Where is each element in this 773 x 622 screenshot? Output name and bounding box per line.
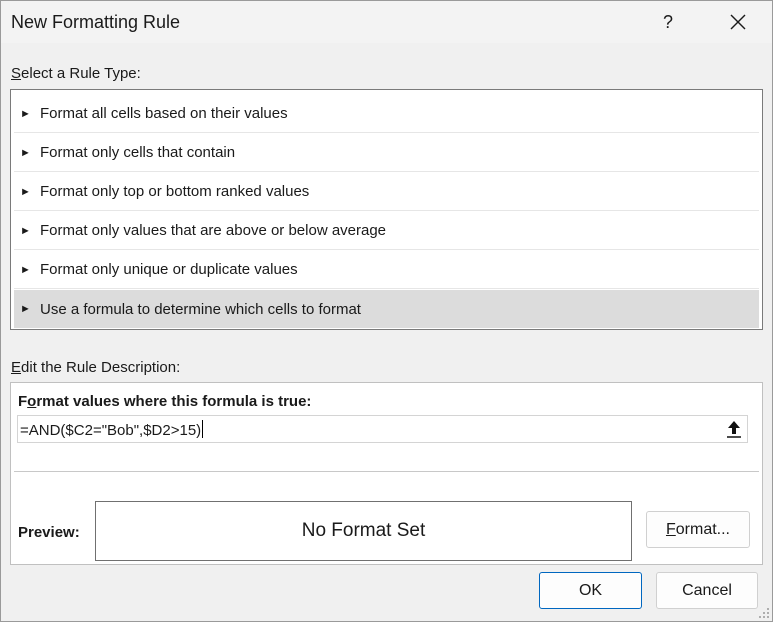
rule-item-use-formula[interactable]: ► Use a formula to determine which cells… [14,290,759,328]
rule-item-cells-that-contain[interactable]: ► Format only cells that contain [14,134,759,172]
close-button[interactable] [715,5,761,39]
rule-item-top-bottom[interactable]: ► Format only top or bottom ranked value… [14,173,759,211]
divider [14,471,759,472]
rule-item-all-cells[interactable]: ► Format all cells based on their values [14,95,759,133]
edit-rule-description-label: Edit the Rule Description: [11,359,181,376]
close-icon [730,14,746,30]
triangle-right-icon: ► [20,263,31,276]
new-formatting-rule-dialog: New Formatting Rule ? Select a Rule Type… [0,0,773,622]
preview-text: No Format Set [301,520,426,541]
rule-type-list[interactable]: ► Format all cells based on their values… [10,89,763,330]
help-icon: ? [662,11,673,32]
triangle-right-icon: ► [20,107,31,120]
triangle-right-icon: ► [20,303,31,315]
help-button[interactable]: ? [646,5,690,39]
ok-button[interactable]: OK [539,572,642,609]
rule-item-above-below-average[interactable]: ► Format only values that are above or b… [14,212,759,250]
dialog-title: New Formatting Rule [11,12,181,32]
collapse-dialog-button[interactable] [723,418,745,440]
formula-input[interactable]: =AND($C2="Bob",$D2>15) [17,415,748,443]
text-caret [202,420,204,438]
preview-label: Preview: [18,524,80,541]
format-button[interactable]: Format... [646,511,750,548]
cancel-button[interactable]: Cancel [656,572,758,609]
formula-label: Format values where this formula is true… [18,393,312,410]
select-rule-type-label: Select a Rule Type: [11,65,141,82]
triangle-right-icon: ► [20,224,31,237]
preview-box: No Format Set [95,501,632,561]
collapse-dialog-icon [727,421,741,438]
resize-grip-icon[interactable] [758,607,770,619]
triangle-right-icon: ► [20,146,31,159]
formula-value: =AND($C2="Bob",$D2>15) [20,422,202,439]
rule-item-unique-duplicate[interactable]: ► Format only unique or duplicate values [14,251,759,289]
rule-description-panel: Format values where this formula is true… [10,382,763,565]
title-bar: New Formatting Rule ? [1,1,772,43]
triangle-right-icon: ► [20,185,31,198]
